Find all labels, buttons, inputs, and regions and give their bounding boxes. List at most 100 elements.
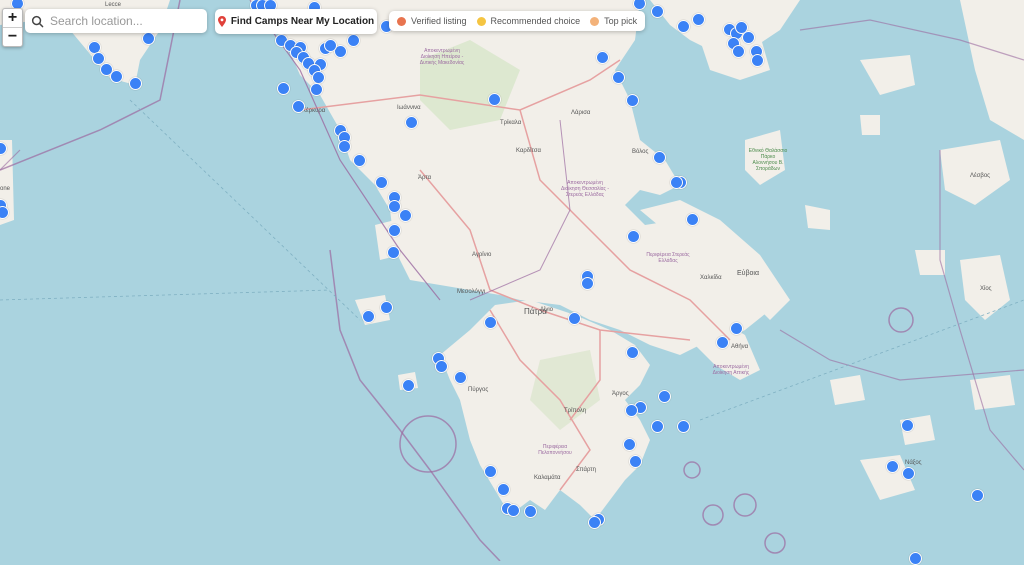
campsite-marker[interactable]: [612, 71, 625, 84]
city-label: Μεσολόγγι: [457, 289, 486, 295]
campsite-marker[interactable]: [524, 505, 537, 518]
campsite-marker[interactable]: [142, 32, 155, 45]
campsite-marker[interactable]: [347, 34, 360, 47]
campsite-marker[interactable]: [626, 94, 639, 107]
campsite-marker[interactable]: [623, 438, 636, 451]
city-label: Εύβοια: [737, 270, 760, 277]
campsite-marker[interactable]: [484, 465, 497, 478]
city-label: Αθήνα: [731, 344, 749, 350]
campsite-marker[interactable]: [588, 516, 601, 529]
search-icon: [31, 15, 44, 27]
city-label: Τρίπολη: [564, 408, 587, 414]
city-label: Λάρισα: [571, 110, 591, 116]
campsite-marker[interactable]: [362, 310, 375, 323]
campsite-marker[interactable]: [581, 277, 594, 290]
campsite-marker[interactable]: [677, 20, 690, 33]
park-label: Εθνικό Θαλάσσιο Πάρκο Αλοννήσου Β. Σπορά…: [748, 148, 788, 172]
campsite-marker[interactable]: [129, 77, 142, 90]
campsite-marker[interactable]: [484, 316, 497, 329]
campsite-marker[interactable]: [324, 39, 337, 52]
legend-item-verified: Verified listing: [397, 16, 467, 26]
search-input[interactable]: [48, 13, 202, 29]
campsite-marker[interactable]: [312, 71, 325, 84]
campsite-marker[interactable]: [751, 54, 764, 67]
city-label: Ιωάννινα: [397, 105, 421, 111]
campsite-marker[interactable]: [692, 13, 705, 26]
campsite-marker[interactable]: [971, 489, 984, 502]
city-label: Σπάρτη: [576, 467, 596, 473]
city-label: Νάξος: [905, 460, 922, 466]
recommended-dot: [476, 16, 486, 26]
city-label: Άρτα: [418, 175, 432, 181]
campsite-marker[interactable]: [292, 100, 305, 113]
campsite-marker[interactable]: [627, 230, 640, 243]
city-label: Αγρίνιο: [472, 252, 492, 258]
campsite-marker[interactable]: [497, 483, 510, 496]
campsite-marker[interactable]: [902, 467, 915, 480]
campsite-marker[interactable]: [310, 83, 323, 96]
campsite-marker[interactable]: [730, 322, 743, 335]
region-label: Περιφέρεια Πελοποννήσου: [538, 444, 572, 456]
campsite-marker[interactable]: [651, 420, 664, 433]
campsite-marker[interactable]: [651, 5, 664, 18]
campsite-marker[interactable]: [732, 45, 745, 58]
campsite-marker[interactable]: [488, 93, 501, 106]
city-label: Τρίκαλα: [500, 120, 522, 126]
campsite-marker[interactable]: [399, 209, 412, 222]
campsite-marker[interactable]: [375, 176, 388, 189]
legend-label: Top pick: [604, 16, 638, 26]
campsite-marker[interactable]: [653, 151, 666, 164]
campsite-marker[interactable]: [507, 504, 520, 517]
campsite-marker[interactable]: [435, 360, 448, 373]
find-camps-button[interactable]: Find Camps Near My Location: [215, 9, 377, 34]
campsite-marker[interactable]: [901, 419, 914, 432]
city-label: Κέρκυρα: [302, 108, 326, 114]
campsite-marker[interactable]: [277, 82, 290, 95]
campsite-marker[interactable]: [677, 420, 690, 433]
city-label: Βόλος: [632, 149, 649, 155]
campsite-marker[interactable]: [353, 154, 366, 167]
verified-dot: [397, 16, 406, 26]
region-label: Περιφέρεια Στερεάς Ελλάδας: [646, 252, 690, 264]
campsite-marker[interactable]: [629, 455, 642, 468]
city-label: Αίγιο: [540, 307, 554, 313]
map-pin-icon: [217, 16, 226, 27]
legend-item-top-pick: Top pick: [590, 16, 637, 26]
campsite-marker[interactable]: [886, 460, 899, 473]
city-label: Λέσβος: [970, 173, 991, 179]
campsite-marker[interactable]: [626, 346, 639, 359]
zoom-in-button[interactable]: +: [3, 9, 22, 27]
search-box: [25, 9, 207, 33]
top-pick-dot: [590, 16, 600, 26]
campsite-marker[interactable]: [387, 246, 400, 259]
campsite-marker[interactable]: [568, 312, 581, 325]
campsite-marker[interactable]: [388, 224, 401, 237]
city-label: Πύργος: [468, 387, 489, 393]
city-label: Χίος: [980, 286, 992, 292]
region-label: Αποκεντρωμένη Διοίκηση Θεσσαλίας - Στερε…: [560, 180, 610, 198]
campsite-marker[interactable]: [405, 116, 418, 129]
map-canvas[interactable]: [0, 0, 1024, 561]
campsite-marker[interactable]: [454, 371, 467, 384]
campsite-marker[interactable]: [716, 336, 729, 349]
campsite-marker[interactable]: [686, 213, 699, 226]
campsite-marker[interactable]: [110, 70, 123, 83]
campsite-marker[interactable]: [338, 140, 351, 153]
campsite-marker[interactable]: [596, 51, 609, 64]
find-camps-label: Find Camps Near My Location: [230, 16, 375, 27]
legend-label: Recommended choice: [490, 16, 581, 26]
campsite-marker[interactable]: [742, 31, 755, 44]
campsite-marker[interactable]: [909, 552, 922, 565]
campsite-marker[interactable]: [402, 379, 415, 392]
city-label: Άργος: [612, 391, 629, 397]
city-label: Lecce: [105, 2, 122, 8]
city-label: Χαλκίδα: [700, 275, 722, 281]
legend-item-recommended: Recommended choice: [476, 16, 581, 26]
zoom-out-button[interactable]: −: [3, 27, 22, 46]
campsite-marker[interactable]: [380, 301, 393, 314]
campsite-marker[interactable]: [658, 390, 671, 403]
region-label: Αποκεντρωμένη Διοίκηση Αττικής: [712, 364, 750, 376]
campsite-marker[interactable]: [625, 404, 638, 417]
campsite-marker[interactable]: [670, 176, 683, 189]
legend: Verified listing Recommended choice Top …: [389, 11, 646, 31]
